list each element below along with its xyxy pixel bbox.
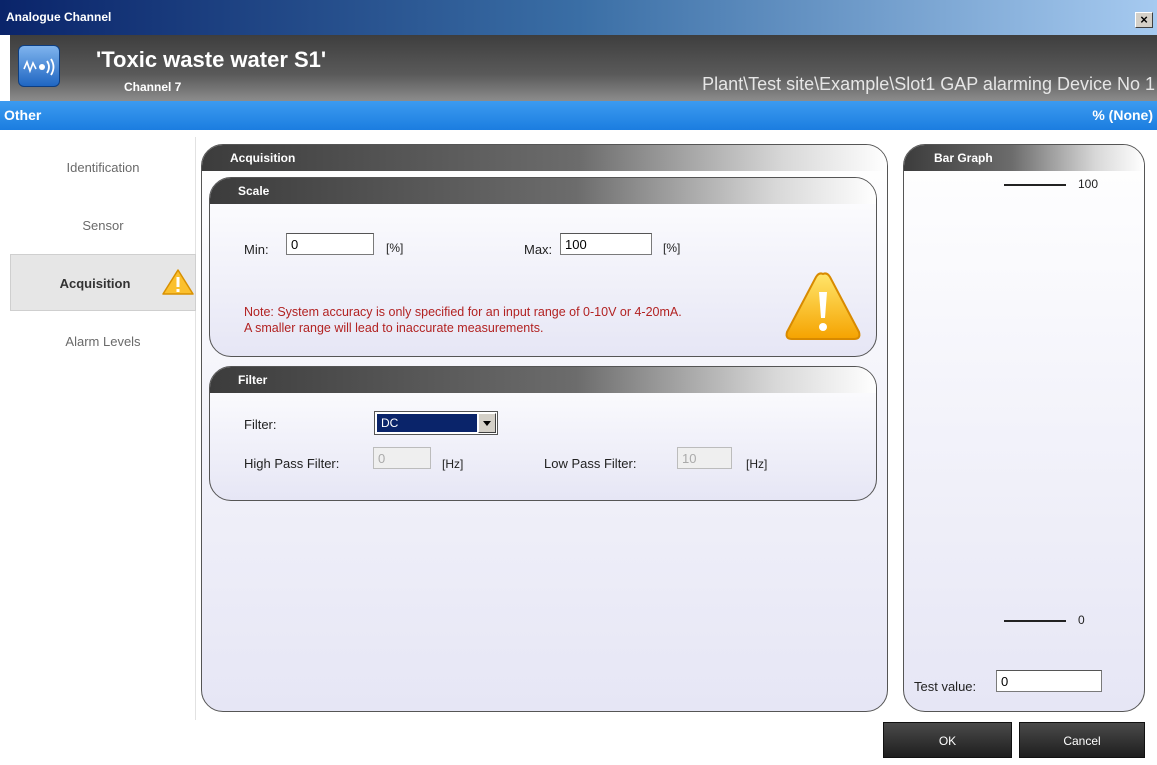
category-label: Other xyxy=(4,107,42,123)
accuracy-note-line1: Note: System accuracy is only specified … xyxy=(244,305,682,319)
accuracy-note: Note: System accuracy is only specified … xyxy=(244,304,682,336)
high-pass-unit: [Hz] xyxy=(442,457,464,471)
warning-triangle-icon xyxy=(785,272,861,340)
scale-min-input[interactable] xyxy=(286,233,374,255)
sidebar-item-alarm-levels[interactable]: Alarm Levels xyxy=(10,313,196,370)
low-pass-unit: [Hz] xyxy=(746,457,768,471)
bar-graph-panel: Bar Graph xyxy=(903,144,1145,712)
test-value-input[interactable] xyxy=(996,670,1102,692)
sidebar-item-sensor[interactable]: Sensor xyxy=(10,197,196,254)
bar-graph-title: Bar Graph xyxy=(904,145,1144,171)
bar-graph-min-tick xyxy=(1004,620,1066,622)
filter-select-value: DC xyxy=(377,414,477,432)
acquisition-panel-title: Acquisition xyxy=(202,145,887,171)
accuracy-note-line2: A smaller range will lead to inaccurate … xyxy=(244,321,544,335)
window-title: Analogue Channel xyxy=(6,10,112,24)
bar-graph-max-tick xyxy=(1004,184,1066,186)
max-label: Max: xyxy=(524,242,553,257)
scale-max-input[interactable] xyxy=(560,233,652,255)
bar-graph-min-label: 0 xyxy=(1078,613,1085,627)
sidebar-item-label: Acquisition xyxy=(59,276,131,291)
scale-panel-title: Scale xyxy=(210,178,876,204)
ok-button[interactable]: OK xyxy=(883,722,1012,758)
sidebar-item-identification[interactable]: Identification xyxy=(10,139,196,196)
min-unit: [%] xyxy=(386,241,404,255)
filter-panel: Filter xyxy=(209,366,877,501)
channel-name: 'Toxic waste water S1' xyxy=(96,47,327,72)
category-bar: Other % (None) xyxy=(0,101,1157,130)
channel-number: Channel 7 xyxy=(124,80,182,94)
low-pass-label: Low Pass Filter: xyxy=(544,456,637,471)
bar-graph-max-label: 100 xyxy=(1078,177,1099,191)
min-label: Min: xyxy=(244,242,269,257)
warning-triangle-icon xyxy=(162,269,194,295)
filter-panel-title: Filter xyxy=(210,367,876,393)
chevron-down-icon[interactable] xyxy=(478,413,496,433)
channel-header: 'Toxic waste water S1' Channel 7 Plant\T… xyxy=(10,35,1157,101)
sidebar: Identification Sensor Acquisition Alarm … xyxy=(10,137,196,720)
high-pass-input[interactable] xyxy=(373,447,431,469)
high-pass-label: High Pass Filter: xyxy=(244,456,340,471)
sidebar-item-acquisition[interactable]: Acquisition xyxy=(10,254,196,311)
unit-label: % (None) xyxy=(1092,107,1153,123)
signal-wave-icon xyxy=(18,45,60,87)
cancel-button[interactable]: Cancel xyxy=(1019,722,1145,758)
device-path: Plant\Test site\Example\Slot1 GAP alarmi… xyxy=(702,74,1155,94)
max-unit: [%] xyxy=(663,241,681,255)
close-icon[interactable]: × xyxy=(1135,12,1153,28)
title-bar: Analogue Channel × xyxy=(0,0,1157,35)
filter-select[interactable]: DC xyxy=(374,411,498,435)
filter-label: Filter: xyxy=(244,417,277,432)
low-pass-input[interactable] xyxy=(677,447,732,469)
test-value-label: Test value: xyxy=(914,679,977,694)
